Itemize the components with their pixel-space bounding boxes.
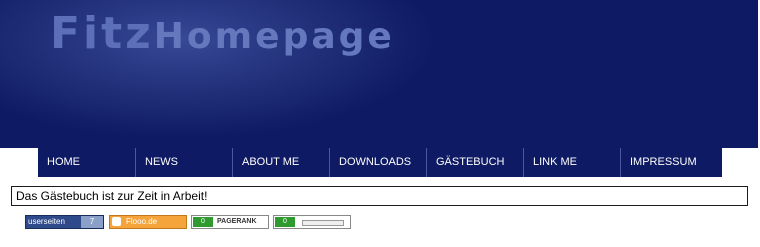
- userseiten-badge[interactable]: userseiten 7: [25, 215, 104, 229]
- flooo-badge[interactable]: Flooo.de: [109, 215, 187, 229]
- rank-bar-meter: [302, 220, 344, 226]
- nav-item-link-me[interactable]: LINK ME: [523, 148, 620, 177]
- site-header: FitzHomepage: [0, 0, 758, 148]
- rank-bar-value: 0: [275, 217, 295, 227]
- guestbook-message: Das Gästebuch ist zur Zeit in Arbeit!: [16, 189, 208, 203]
- pagerank-label: PAGERANK: [217, 218, 257, 225]
- userseiten-count: 7: [81, 216, 103, 228]
- logo-part-fitz: Fitz: [50, 8, 154, 59]
- site-logo[interactable]: FitzHomepage: [50, 12, 395, 56]
- nav-item-gaestebuch[interactable]: GÄSTEBUCH: [426, 148, 523, 177]
- main-navigation: HOME NEWS ABOUT ME DOWNLOADS GÄSTEBUCH L…: [38, 148, 722, 177]
- nav-item-home[interactable]: HOME: [38, 148, 135, 177]
- rank-bar-badge[interactable]: 0: [273, 215, 351, 229]
- nav-item-about-me[interactable]: ABOUT ME: [232, 148, 329, 177]
- guestbook-message-box: Das Gästebuch ist zur Zeit in Arbeit!: [11, 186, 748, 206]
- flooo-label: Flooo.de: [126, 217, 158, 226]
- pagerank-badge[interactable]: 0 PAGERANK: [191, 215, 269, 229]
- logo-part-homepage: Homepage: [153, 16, 395, 57]
- nav-item-news[interactable]: NEWS: [135, 148, 232, 177]
- nav-item-downloads[interactable]: DOWNLOADS: [329, 148, 426, 177]
- nav-item-impressum[interactable]: IMPRESSUM: [620, 148, 722, 177]
- flooo-icon: [112, 217, 121, 226]
- userseiten-label: userseiten: [28, 217, 65, 226]
- pagerank-value: 0: [193, 217, 213, 227]
